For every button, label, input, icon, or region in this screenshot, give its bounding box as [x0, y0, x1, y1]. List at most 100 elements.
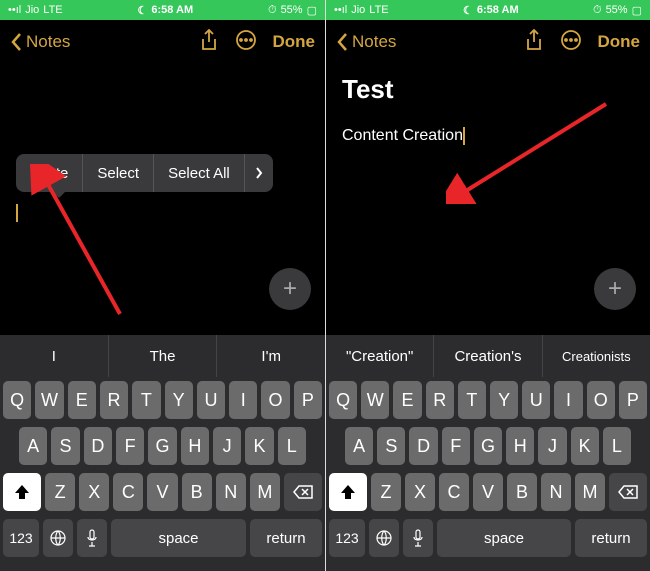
key-row-2: A S D F G H J K L: [329, 427, 647, 465]
menu-more-icon[interactable]: [245, 166, 273, 180]
key-q[interactable]: Q: [329, 381, 357, 419]
key-m[interactable]: M: [575, 473, 605, 511]
shift-key[interactable]: [329, 473, 367, 511]
back-button[interactable]: Notes: [336, 32, 396, 52]
select-all-menu-item[interactable]: Select All: [154, 154, 245, 192]
delete-key[interactable]: [284, 473, 322, 511]
key-z[interactable]: Z: [45, 473, 75, 511]
key-f[interactable]: F: [116, 427, 144, 465]
key-x[interactable]: X: [405, 473, 435, 511]
key-o[interactable]: O: [587, 381, 615, 419]
key-e[interactable]: E: [393, 381, 421, 419]
key-j[interactable]: J: [538, 427, 566, 465]
key-k[interactable]: K: [571, 427, 599, 465]
return-key[interactable]: return: [575, 519, 647, 557]
key-s[interactable]: S: [377, 427, 405, 465]
key-t[interactable]: T: [132, 381, 160, 419]
more-icon[interactable]: [235, 29, 257, 56]
key-o[interactable]: O: [261, 381, 289, 419]
key-b[interactable]: B: [507, 473, 537, 511]
suggestion-3[interactable]: Creationists: [543, 335, 650, 377]
key-j[interactable]: J: [213, 427, 241, 465]
key-k[interactable]: K: [245, 427, 273, 465]
add-button[interactable]: +: [594, 268, 636, 310]
note-title[interactable]: Test: [342, 74, 634, 105]
key-l[interactable]: L: [278, 427, 306, 465]
key-c[interactable]: C: [439, 473, 469, 511]
key-g[interactable]: G: [148, 427, 176, 465]
keyboard: I The I'm Q W E R T Y U I O P A S D F: [0, 335, 325, 571]
phone-left: ••ıl Jio LTE ☾ 6:58 AM ⏱ 55% ▢ Notes Don…: [0, 0, 325, 571]
key-h[interactable]: H: [181, 427, 209, 465]
delete-key[interactable]: [609, 473, 647, 511]
mic-key[interactable]: [77, 519, 107, 557]
key-r[interactable]: R: [426, 381, 454, 419]
note-body[interactable]: Content Creation: [342, 127, 463, 145]
time: 6:58 AM: [477, 4, 519, 16]
key-a[interactable]: A: [19, 427, 47, 465]
key-l[interactable]: L: [603, 427, 631, 465]
key-n[interactable]: N: [541, 473, 571, 511]
key-p[interactable]: P: [294, 381, 322, 419]
share-icon[interactable]: [524, 29, 544, 56]
select-menu-item[interactable]: Select: [83, 154, 154, 192]
key-g[interactable]: G: [474, 427, 502, 465]
numbers-key[interactable]: 123: [3, 519, 39, 557]
key-z[interactable]: Z: [371, 473, 401, 511]
key-v[interactable]: V: [147, 473, 177, 511]
key-m[interactable]: M: [250, 473, 280, 511]
key-d[interactable]: D: [84, 427, 112, 465]
globe-key[interactable]: [43, 519, 73, 557]
key-t[interactable]: T: [458, 381, 486, 419]
key-s[interactable]: S: [51, 427, 79, 465]
suggestions-bar: I The I'm: [0, 335, 325, 377]
key-r[interactable]: R: [100, 381, 128, 419]
done-button[interactable]: Done: [273, 32, 316, 52]
note-content[interactable]: Paste Select Select All +: [0, 64, 325, 324]
key-w[interactable]: W: [361, 381, 389, 419]
key-q[interactable]: Q: [3, 381, 31, 419]
key-u[interactable]: U: [197, 381, 225, 419]
share-icon[interactable]: [199, 29, 219, 56]
plus-icon: +: [283, 275, 297, 303]
key-n[interactable]: N: [216, 473, 246, 511]
suggestion-3[interactable]: I'm: [217, 335, 325, 377]
key-y[interactable]: Y: [165, 381, 193, 419]
key-y[interactable]: Y: [490, 381, 518, 419]
key-e[interactable]: E: [68, 381, 96, 419]
key-u[interactable]: U: [522, 381, 550, 419]
done-button[interactable]: Done: [598, 32, 641, 52]
suggestion-2[interactable]: The: [109, 335, 218, 377]
back-button[interactable]: Notes: [10, 32, 70, 52]
suggestion-2[interactable]: Creation's: [434, 335, 542, 377]
key-w[interactable]: W: [35, 381, 63, 419]
key-b[interactable]: B: [182, 473, 212, 511]
key-i[interactable]: I: [229, 381, 257, 419]
key-x[interactable]: X: [79, 473, 109, 511]
suggestion-1[interactable]: I: [0, 335, 109, 377]
plus-icon: +: [608, 275, 622, 303]
paste-menu-item[interactable]: Paste: [16, 154, 83, 192]
key-a[interactable]: A: [345, 427, 373, 465]
more-icon[interactable]: [560, 29, 582, 56]
key-i[interactable]: I: [554, 381, 582, 419]
mic-key[interactable]: [403, 519, 433, 557]
add-button[interactable]: +: [269, 268, 311, 310]
back-label: Notes: [26, 32, 70, 52]
suggestion-1[interactable]: "Creation": [326, 335, 434, 377]
key-p[interactable]: P: [619, 381, 647, 419]
key-v[interactable]: V: [473, 473, 503, 511]
numbers-key[interactable]: 123: [329, 519, 365, 557]
key-h[interactable]: H: [506, 427, 534, 465]
key-f[interactable]: F: [442, 427, 470, 465]
text-cursor: [16, 204, 18, 222]
note-content[interactable]: Test Content Creation +: [326, 64, 650, 324]
key-row-1: Q W E R T Y U I O P: [329, 381, 647, 419]
key-c[interactable]: C: [113, 473, 143, 511]
space-key[interactable]: space: [437, 519, 571, 557]
key-d[interactable]: D: [409, 427, 437, 465]
space-key[interactable]: space: [111, 519, 246, 557]
shift-key[interactable]: [3, 473, 41, 511]
return-key[interactable]: return: [250, 519, 322, 557]
globe-key[interactable]: [369, 519, 399, 557]
